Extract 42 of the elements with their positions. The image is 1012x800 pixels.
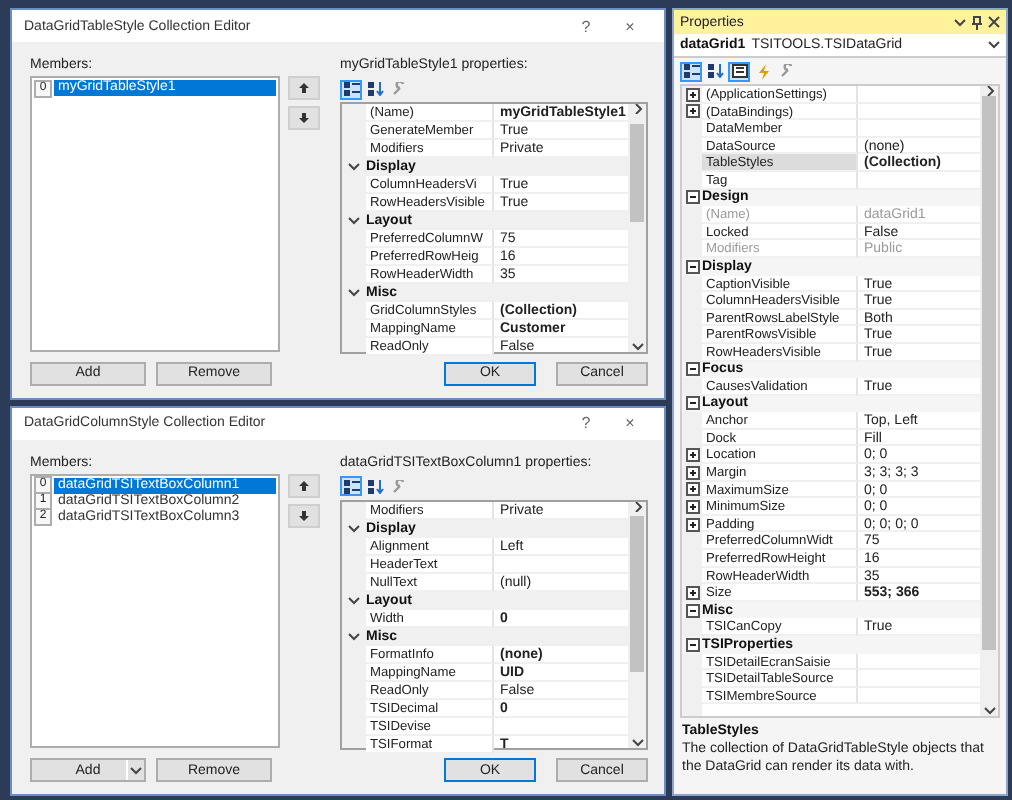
down-arrow-icon bbox=[298, 509, 310, 521]
sort-icon bbox=[367, 479, 383, 493]
toolbar-button[interactable] bbox=[340, 476, 362, 496]
toolbar-button[interactable] bbox=[364, 476, 386, 496]
pin-icon bbox=[972, 15, 982, 29]
wrench-icon bbox=[392, 82, 406, 96]
move-up-button[interactable] bbox=[288, 473, 320, 497]
scrollbar[interactable] bbox=[628, 501, 646, 748]
toolbar-button[interactable] bbox=[680, 61, 702, 81]
down-arrow-icon bbox=[298, 112, 310, 124]
scroll-down-icon bbox=[983, 706, 995, 716]
caret-icon bbox=[954, 17, 966, 27]
sort-icon bbox=[367, 82, 383, 96]
wrench-icon bbox=[780, 64, 794, 78]
move-down-button[interactable] bbox=[288, 503, 320, 527]
sort-icon bbox=[707, 64, 723, 78]
move-down-button[interactable] bbox=[288, 106, 320, 130]
scrollbar[interactable] bbox=[980, 86, 998, 716]
lightning-icon bbox=[757, 63, 769, 79]
help-button[interactable]: ? bbox=[564, 414, 608, 432]
caret-icon bbox=[988, 40, 1000, 50]
categorized-icon bbox=[683, 64, 699, 78]
toolbar-button[interactable] bbox=[728, 61, 750, 81]
expand-icon bbox=[685, 586, 699, 601]
property-sheet-icon bbox=[731, 64, 747, 78]
up-arrow-icon bbox=[298, 82, 310, 94]
help-button[interactable]: ? bbox=[564, 17, 608, 35]
close-icon bbox=[988, 16, 1000, 28]
scrollbar[interactable] bbox=[628, 104, 646, 351]
move-up-button[interactable] bbox=[288, 76, 320, 100]
toolbar-button[interactable] bbox=[364, 79, 386, 99]
wrench-icon bbox=[392, 479, 406, 493]
categorized-icon bbox=[343, 479, 359, 493]
scroll-down-icon bbox=[631, 341, 643, 351]
up-arrow-icon bbox=[298, 479, 310, 491]
close-button[interactable]: × bbox=[608, 414, 652, 432]
caret-icon bbox=[130, 765, 142, 775]
toolbar-button[interactable] bbox=[340, 79, 362, 99]
close-button[interactable]: × bbox=[608, 17, 652, 35]
toolbar-button[interactable] bbox=[704, 61, 726, 81]
scroll-down-icon bbox=[631, 738, 643, 748]
categorized-icon bbox=[343, 82, 359, 96]
